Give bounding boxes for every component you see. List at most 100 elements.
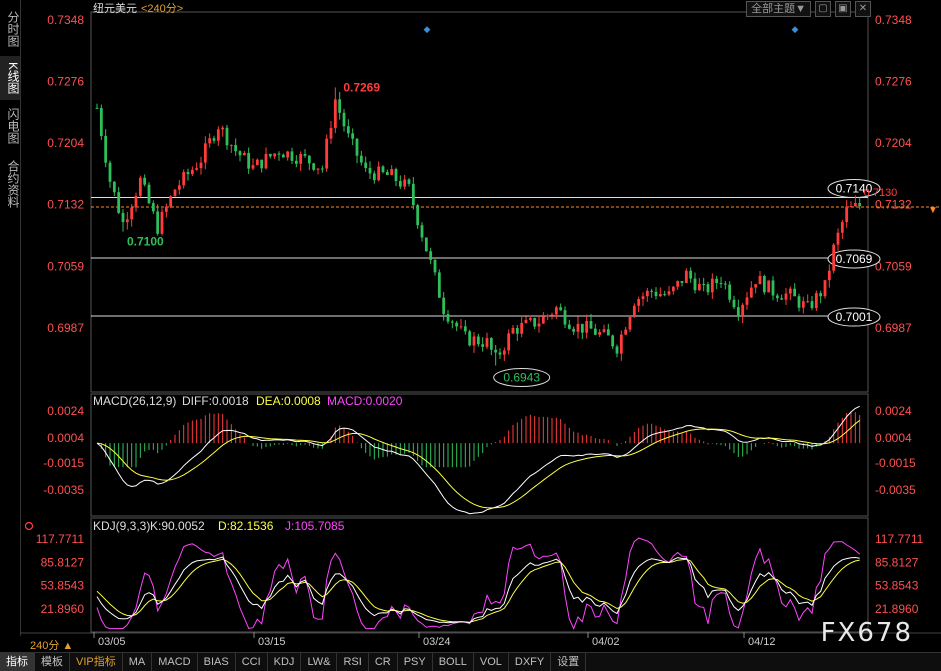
kdj-j-line [96, 537, 861, 630]
bottom-tab-5[interactable]: BIAS [198, 653, 236, 671]
candle-body [832, 244, 836, 271]
candle-body [429, 251, 433, 260]
candle-body [827, 270, 831, 281]
price-label-left: 0.7059 [47, 260, 84, 274]
theme-dropdown[interactable]: 全部主题▼ [746, 1, 811, 17]
candle-body [585, 321, 589, 333]
candle-body [576, 323, 580, 332]
candle-body [268, 153, 272, 157]
candle-body [372, 173, 376, 181]
candle-body [593, 328, 597, 335]
watermark-logo: FX678 [820, 618, 913, 648]
price-label-left: 0.7348 [47, 13, 84, 27]
candle-body [112, 181, 116, 193]
bottom-tab-8[interactable]: LW& [301, 653, 338, 671]
candle-body [502, 350, 506, 355]
bottom-tab-12[interactable]: BOLL [433, 653, 474, 671]
candle-body [446, 314, 450, 322]
low-label-main: 0.6943 [503, 371, 540, 385]
price-label-left: 0.6987 [47, 321, 84, 335]
candle-body [407, 179, 411, 184]
bottom-tab-1[interactable]: 模板 [35, 653, 70, 671]
candle-body [823, 280, 827, 297]
period-selector[interactable]: 240分 ▲ [30, 637, 73, 653]
candle-body [515, 328, 519, 334]
candle-body [229, 145, 233, 147]
candle-body [160, 211, 164, 234]
macd-axis-left: -0.0035 [43, 483, 84, 497]
candle-body [723, 283, 727, 285]
restore-icon[interactable]: ▣ [835, 1, 851, 17]
candle-body [511, 328, 515, 334]
candle-body [810, 301, 814, 309]
candle-body [411, 183, 415, 206]
candle-body [801, 301, 805, 308]
event-marker-1: ◆ [424, 24, 431, 34]
kdj-axis-right: 21.8960 [875, 602, 919, 616]
candle-body [216, 129, 220, 141]
candle-body [814, 293, 818, 309]
candle-body [524, 319, 528, 323]
candle-body [606, 329, 610, 336]
candle-body [663, 294, 667, 296]
candle-body [299, 153, 303, 164]
bottom-tab-7[interactable]: KDJ [268, 653, 302, 671]
bottom-tab-10[interactable]: CR [369, 653, 398, 671]
bottom-tab-11[interactable]: PSY [398, 653, 433, 671]
bottom-tab-2[interactable]: VIP指标 [70, 653, 123, 671]
event-marker-2: ◆ [792, 24, 799, 34]
bottom-tab-14[interactable]: DXFY [509, 653, 552, 671]
candle-body [494, 349, 498, 353]
candle-body [641, 296, 645, 300]
candle-body [554, 307, 558, 315]
price-label-right: 0.6987 [875, 321, 912, 335]
candle-body [572, 328, 576, 332]
bottom-tab-9[interactable]: RSI [337, 653, 369, 671]
bottom-tab-13[interactable]: VOL [474, 653, 509, 671]
candle-body [520, 322, 524, 334]
candle-body [346, 126, 350, 134]
candle-body [351, 133, 355, 139]
candle-body [619, 334, 623, 354]
macd-dea-line [96, 419, 861, 509]
chart-canvas[interactable]: 纽元美元 <240分> 0.7348 0.7348 0.7276 0.7276 0.7204… [0, 0, 941, 652]
candle-body [732, 299, 736, 308]
candle-body [853, 203, 857, 206]
kdj-axis-right: 117.7711 [875, 532, 924, 546]
candle-body [286, 151, 290, 158]
bottom-tab-6[interactable]: CCI [236, 653, 268, 671]
close-icon[interactable]: ✕ [855, 1, 871, 17]
candle-body [784, 293, 788, 300]
current-price-label: 0.7130 [864, 187, 898, 199]
candle-body [182, 171, 186, 186]
candle-body [368, 168, 372, 174]
candle-body [793, 288, 797, 297]
candle-body [780, 298, 784, 300]
kdj-d-value: D:82.1536 [218, 519, 274, 533]
minimize-icon[interactable]: ▢ [815, 1, 831, 17]
candle-body [385, 171, 389, 175]
kdj-k-value: K:90.0052 [150, 519, 205, 533]
macd-dea-value: DEA:0.0008 [256, 394, 321, 408]
bottom-tab-3[interactable]: MA [123, 653, 153, 671]
candle-body [173, 189, 177, 197]
candle-body [147, 184, 151, 204]
candle-body [680, 280, 684, 283]
candle-body [628, 317, 632, 330]
kdj-axis-left: 21.8960 [41, 602, 85, 616]
bottom-tab-0[interactable]: 指标 [0, 653, 35, 671]
price-label-right: 0.7059 [875, 260, 912, 274]
candle-body [697, 283, 701, 291]
candle-body [199, 162, 203, 169]
candle-body [749, 287, 753, 298]
candle-body [650, 290, 654, 292]
bottom-tab-15[interactable]: 设置 [551, 653, 587, 671]
candle-body [550, 314, 554, 316]
candle-body [468, 331, 472, 346]
candle-body [125, 219, 129, 223]
bottom-tab-4[interactable]: MACD [152, 653, 198, 671]
candle-body [294, 160, 298, 164]
candle-body [117, 192, 121, 213]
candle-body [667, 291, 671, 295]
candle-body [255, 159, 259, 166]
